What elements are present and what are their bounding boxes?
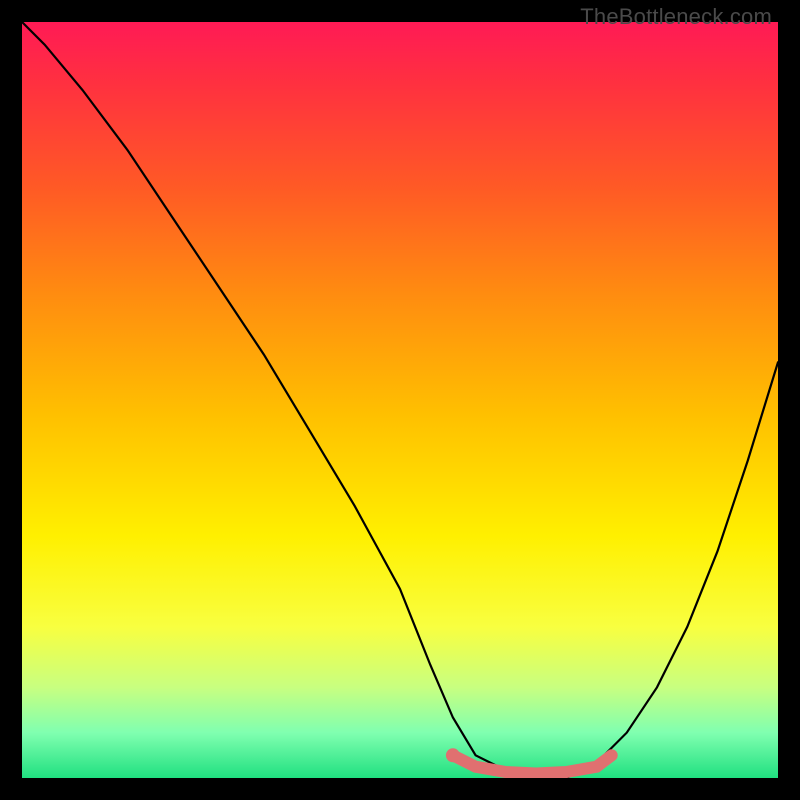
chart-svg — [22, 22, 778, 778]
plot-area — [22, 22, 778, 778]
bottleneck-curve — [22, 22, 778, 778]
sweet-spot-start-marker — [446, 748, 460, 762]
watermark: TheBottleneck.com — [580, 4, 772, 30]
chart-container: TheBottleneck.com — [0, 0, 800, 800]
sweet-spot-band — [453, 755, 612, 773]
